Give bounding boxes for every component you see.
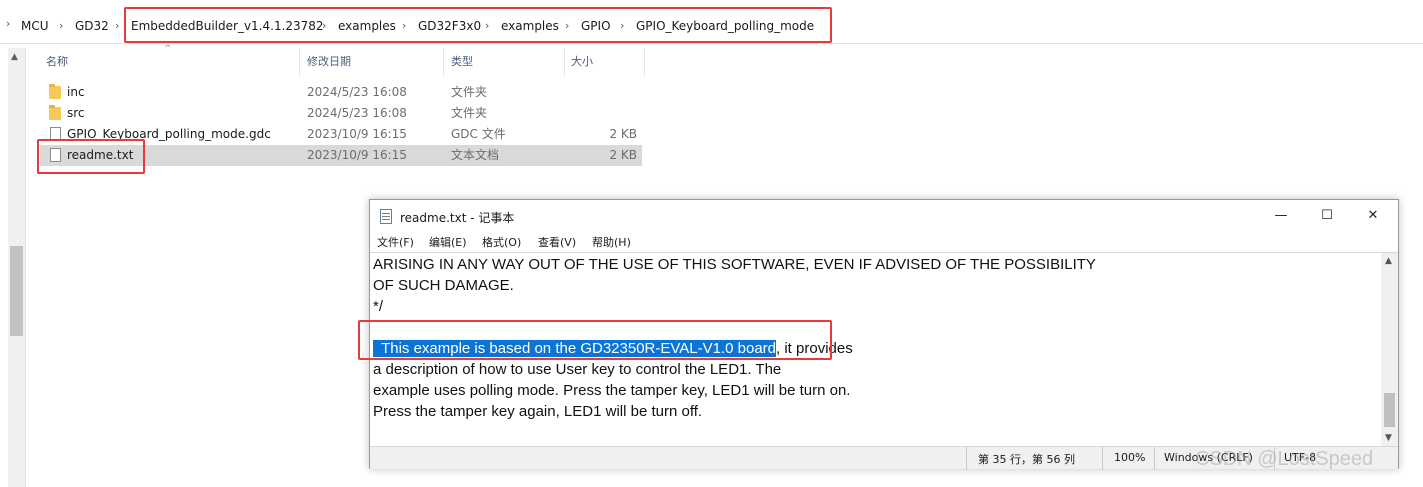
column-header-type[interactable]: 类型 [445, 48, 565, 76]
text-line: Press the tamper key again, LED1 will be… [373, 403, 703, 420]
file-row-src[interactable]: src 2024/5/23 16:08 文件夹 [40, 103, 642, 124]
notepad-icon [380, 209, 392, 224]
scroll-up-icon[interactable]: ▲ [1385, 256, 1392, 266]
cursor-position: 第 35 行，第 56 列 [978, 453, 1075, 466]
menu-format[interactable]: 格式(O) [482, 234, 521, 250]
column-header-label: 大小 [571, 55, 593, 68]
notepad-titlebar[interactable]: readme.txt - 记事本 — ☐ ✕ [370, 200, 1398, 232]
scrollbar[interactable]: ▲ [8, 48, 25, 487]
scrollbar-thumb[interactable] [10, 246, 23, 336]
chevron-right-icon: › [59, 19, 64, 32]
column-header-date[interactable]: 修改日期 [301, 48, 444, 76]
zoom-level: 100% [1114, 451, 1146, 464]
selection-highlight-box [358, 320, 832, 360]
close-button[interactable]: ✕ [1350, 200, 1396, 232]
text-line: a description of how to use User key to … [373, 361, 782, 378]
folder-icon [49, 105, 61, 120]
watermark: CSDN @LostSpeed [1195, 448, 1374, 470]
file-date: 2024/5/23 16:08 [307, 85, 407, 99]
menu-help[interactable]: 帮助(H) [592, 234, 631, 250]
breadcrumb-item-mcu[interactable]: MCU [21, 17, 49, 35]
divider [1154, 447, 1155, 470]
file-type: 文件夹 [451, 85, 488, 99]
menu-edit[interactable]: 编辑(E) [429, 234, 467, 250]
chevron-right-icon: › [115, 19, 120, 32]
column-header-label: 名称 [46, 55, 68, 68]
text-line: */ [373, 298, 384, 315]
folder-icon [49, 84, 61, 99]
menu-view[interactable]: 查看(V) [538, 234, 576, 250]
file-type: 文本文档 [451, 148, 500, 162]
scroll-down-icon[interactable]: ▼ [1385, 433, 1392, 443]
menu-bar: 文件(F) 编辑(E) 格式(O) 查看(V) 帮助(H) [370, 232, 1398, 252]
maximize-button[interactable]: ☐ [1304, 200, 1350, 232]
scroll-up-icon[interactable]: ▲ [11, 52, 18, 62]
column-header-name[interactable]: 名称 [40, 48, 300, 76]
file-date: 2023/10/9 16:15 [307, 127, 407, 141]
file-date: 2023/10/9 16:15 [307, 148, 407, 162]
file-type: GDC 文件 [451, 127, 506, 141]
file-type: 文件夹 [451, 106, 488, 120]
file-date: 2024/5/23 16:08 [307, 106, 407, 120]
path-highlight-box [124, 7, 832, 43]
text-line: OF SUCH DAMAGE. [373, 277, 514, 294]
divider [966, 447, 967, 470]
file-row-inc[interactable]: inc 2024/5/23 16:08 文件夹 [40, 82, 642, 103]
file-size: 2 KB [609, 148, 637, 162]
vertical-scrollbar[interactable]: ▲ ▼ [1381, 252, 1398, 446]
explorer-window: { "breadcrumb": { "items": ["MCU", "GD32… [0, 0, 1423, 487]
readme-highlight-box [37, 139, 145, 174]
file-name: src [67, 106, 85, 120]
window-title: readme.txt - 记事本 [400, 211, 515, 225]
scrollbar-thumb[interactable] [1384, 393, 1395, 427]
minimize-button[interactable]: — [1258, 200, 1304, 232]
file-size: 2 KB [609, 127, 637, 141]
breadcrumb-item-gd32[interactable]: GD32 [75, 17, 109, 35]
column-header-size[interactable]: 大小 [565, 48, 645, 76]
column-header-label: 修改日期 [307, 55, 351, 68]
chevron-right-icon: › [6, 17, 11, 30]
column-header-label: 类型 [451, 55, 473, 68]
divider [25, 48, 26, 487]
divider [1102, 447, 1103, 470]
text-line: ARISING IN ANY WAY OUT OF THE USE OF THI… [373, 256, 1096, 273]
menu-file[interactable]: 文件(F) [377, 234, 414, 250]
file-name: inc [67, 85, 85, 99]
text-line: example uses polling mode. Press the tam… [373, 382, 851, 399]
